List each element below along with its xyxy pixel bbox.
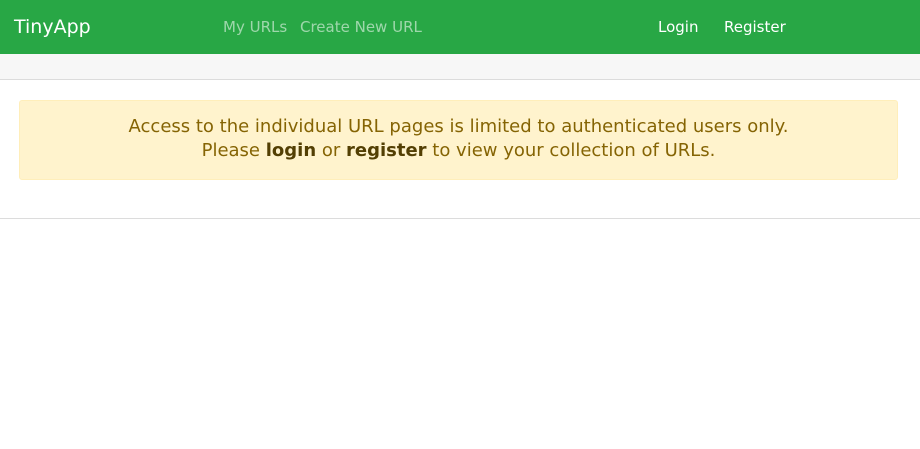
alert-line-2: Please login or register to view your co… [20, 139, 897, 163]
nav-link-login[interactable]: Login [658, 17, 698, 37]
nav-link-my-urls[interactable]: My URLs [223, 17, 287, 37]
alert-line-1: Access to the individual URL pages is li… [128, 116, 789, 137]
top-navbar: TinyApp My URLs Create New URL Login Reg… [0, 0, 920, 54]
alert-login-link[interactable]: login [266, 140, 316, 161]
brand-link[interactable]: TinyApp [14, 14, 91, 40]
sub-header-bar [0, 54, 920, 80]
nav-link-create-new-url[interactable]: Create New URL [300, 17, 422, 37]
alert-text-prefix: Please [201, 140, 266, 161]
alert-register-link[interactable]: register [346, 140, 427, 161]
alert-text-suffix: to view your collection of URLs. [426, 140, 716, 161]
main-content: Access to the individual URL pages is li… [0, 80, 920, 219]
auth-warning-alert: Access to the individual URL pages is li… [19, 100, 898, 180]
nav-link-register[interactable]: Register [724, 17, 786, 37]
alert-text-mid: or [316, 140, 346, 161]
